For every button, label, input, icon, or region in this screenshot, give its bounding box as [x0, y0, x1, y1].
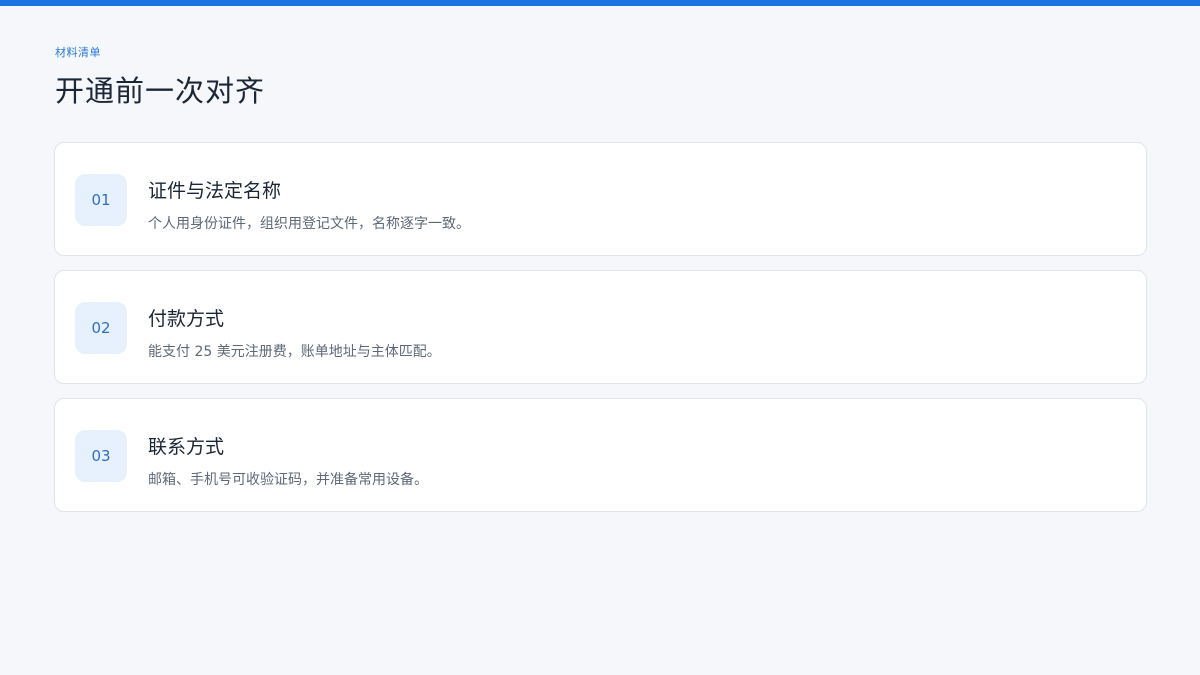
step-number-badge: 01 [75, 174, 127, 226]
requirement-card-payment: 02 付款方式 能支付 25 美元注册费，账单地址与主体匹配。 [54, 270, 1147, 384]
requirement-description: 能支付 25 美元注册费，账单地址与主体匹配。 [148, 344, 441, 360]
requirement-description: 邮箱、手机号可收验证码，并准备常用设备。 [148, 472, 428, 488]
page-title: 开通前一次对齐 [55, 74, 266, 108]
requirement-title: 证件与法定名称 [148, 180, 282, 202]
requirement-description: 个人用身份证件，组织用登记文件，名称逐字一致。 [148, 216, 470, 232]
step-number-badge: 02 [75, 302, 127, 354]
requirement-title: 付款方式 [148, 308, 225, 330]
section-eyebrow: 材料清单 [55, 46, 101, 59]
page-header: 材料清单 开通前一次对齐 [55, 46, 265, 109]
requirement-title: 联系方式 [148, 436, 225, 458]
requirement-card-contact: 03 联系方式 邮箱、手机号可收验证码，并准备常用设备。 [54, 398, 1147, 512]
requirements-list: 01 证件与法定名称 个人用身份证件，组织用登记文件，名称逐字一致。 02 付款… [54, 142, 1147, 526]
step-number-badge: 03 [75, 430, 127, 482]
requirement-card-identity: 01 证件与法定名称 个人用身份证件，组织用登记文件，名称逐字一致。 [54, 142, 1147, 256]
top-accent-bar [0, 0, 1200, 6]
